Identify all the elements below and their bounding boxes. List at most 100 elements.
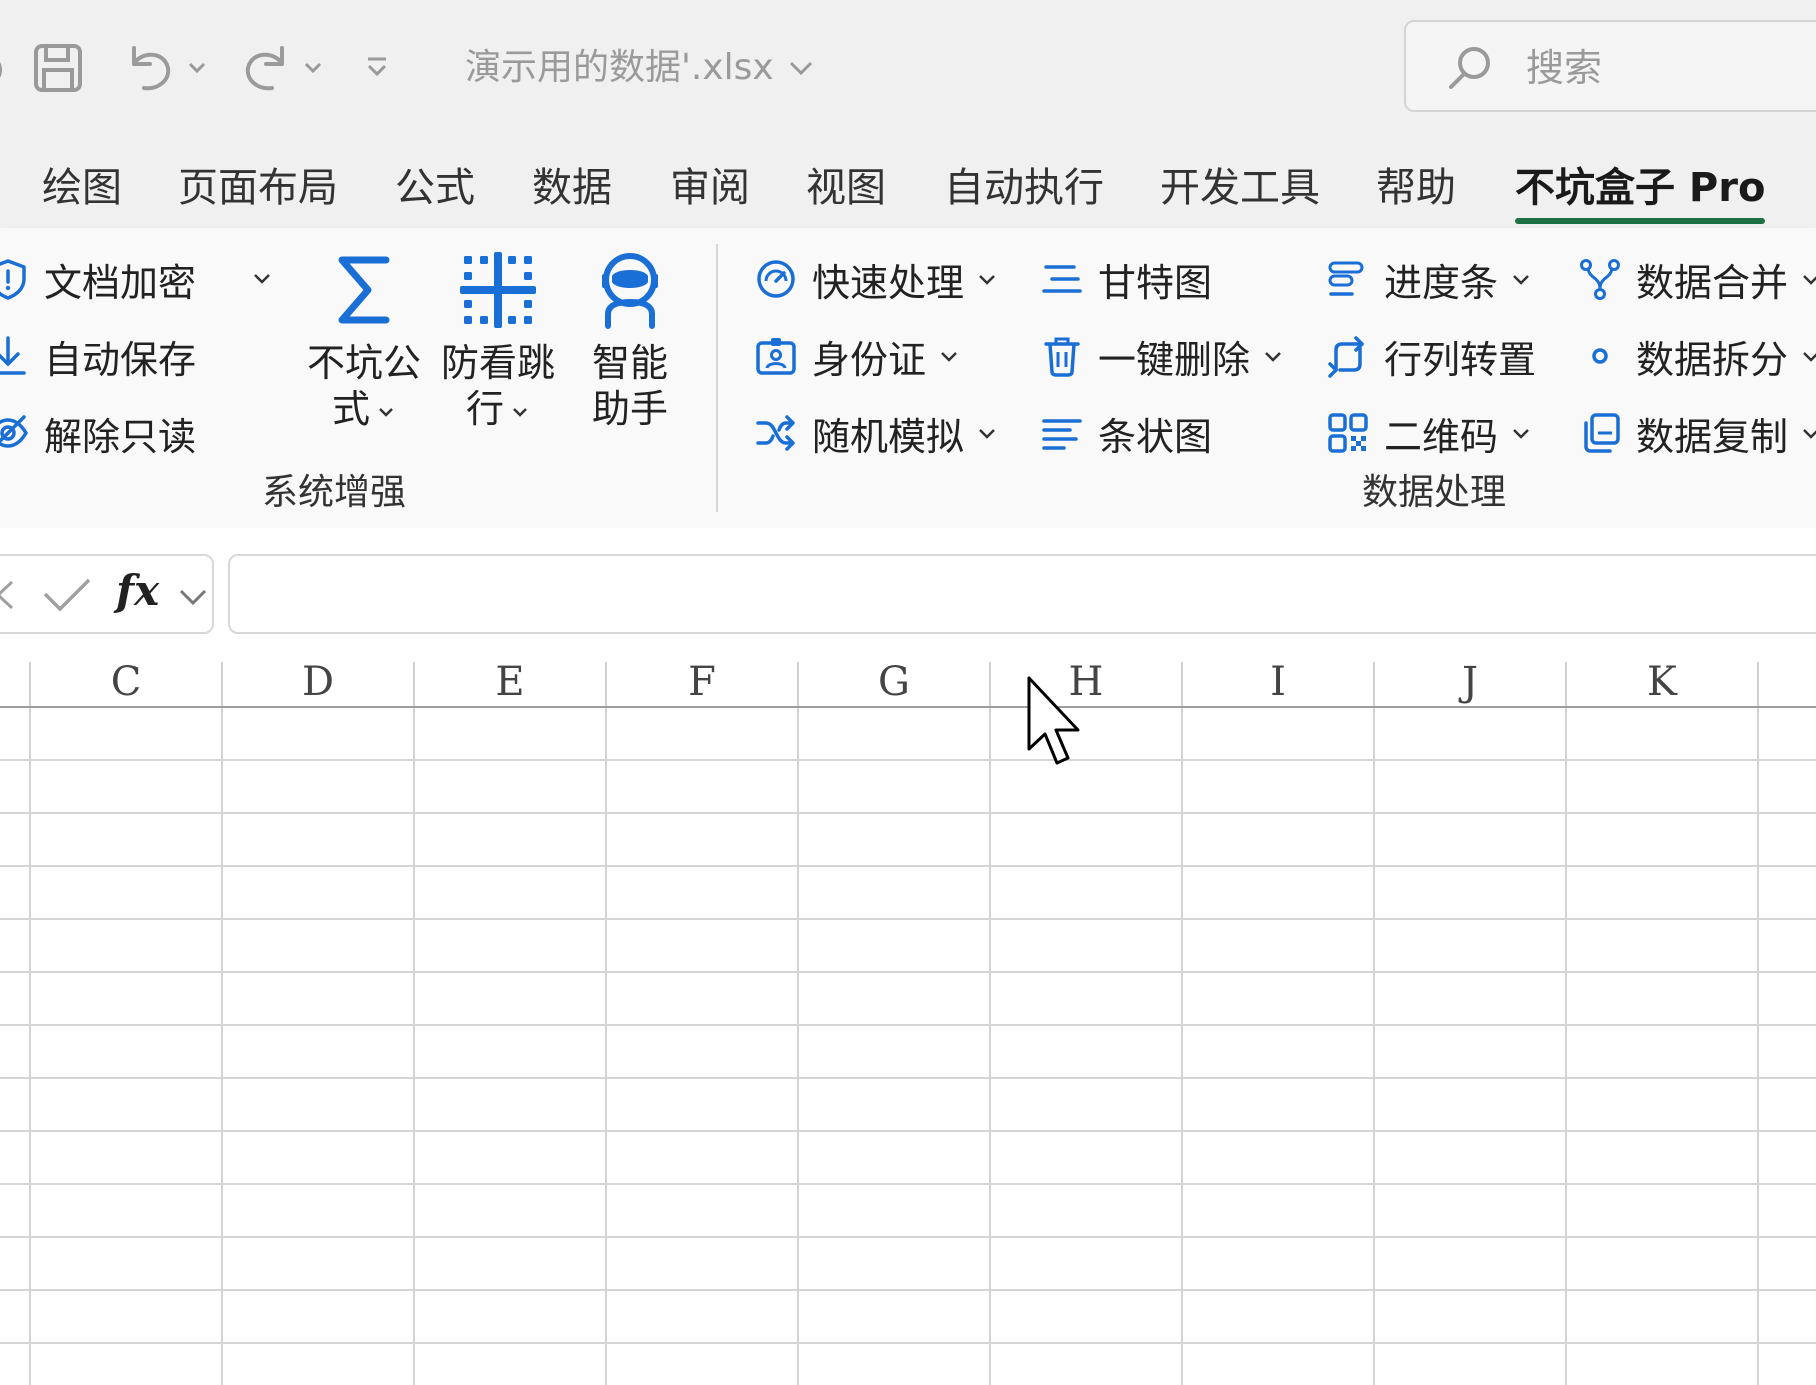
confirm-entry-icon[interactable] [42,576,92,614]
data-split-button[interactable]: 数据拆分 [1578,328,1816,384]
tab-draw[interactable]: 绘图 [42,160,122,216]
bukeng-formula-label-line2-row: 式 [302,386,426,432]
random-simulate-label: 随机模拟 [812,414,965,459]
anti-skip-row-chevron-icon [513,407,527,417]
one-key-delete-button[interactable]: 一键删除 [1040,328,1284,384]
cancel-entry-icon[interactable] [0,578,16,612]
id-card-chevron-icon [941,352,957,362]
transpose-button[interactable]: 行列转置 [1326,328,1536,384]
shield-icon [0,259,26,300]
bukeng-formula-button[interactable]: 不坑公 式 [302,250,426,432]
download-icon [0,336,26,375]
column-header-row: C D E F G H I J K [0,650,1816,708]
random-simulate-button[interactable]: 随机模拟 [754,405,998,461]
qr-code-chevron-icon [1513,429,1529,439]
tab-formulas[interactable]: 公式 [395,160,475,216]
bars-icon [1042,419,1082,450]
encrypt-dropdown-chevron-icon[interactable] [250,266,276,292]
data-merge-button[interactable]: 数据合并 [1578,251,1816,307]
data-merge-label: 数据合并 [1636,260,1789,305]
quick-process-chevron-icon [979,275,995,285]
transpose-icon [1328,336,1364,378]
encrypt-document-button[interactable]: 文档加密 [0,251,196,307]
group-label-system: 系统增强 [262,472,407,513]
anti-skip-row-label-line1: 防看跳 [440,341,555,385]
data-split-chevron-icon [1803,352,1816,362]
eye-off-icon [0,415,29,448]
ribbon-panel: 文档加密 自动保存 解除只读 不坑公 式 防看跳 行 智能 助手 系统增强 快速… [0,228,1816,529]
quick-process-button[interactable]: 快速处理 [754,251,998,307]
tab-developer[interactable]: 开发工具 [1160,160,1320,216]
column-header-j[interactable]: J [1375,650,1565,706]
save-icon[interactable] [30,40,86,96]
tab-review[interactable]: 审阅 [670,160,750,216]
qr-code-label: 二维码 [1384,414,1499,459]
column-header-i[interactable]: I [1183,650,1373,706]
search-box[interactable]: 搜索 [1404,20,1816,112]
tab-help[interactable]: 帮助 [1376,160,1456,216]
autosave-toggle-icon[interactable] [0,50,6,90]
group-separator [716,244,718,512]
column-header-c[interactable]: C [31,650,221,706]
qr-code-button[interactable]: 二维码 [1326,405,1532,461]
auto-save-button[interactable]: 自动保存 [0,328,196,384]
anti-skip-row-label-line2: 行 [465,387,504,431]
gantt-chart-label: 甘特图 [1098,260,1213,305]
id-card-button[interactable]: 身份证 [754,328,960,384]
mouse-pointer-icon [1027,676,1080,765]
group-label-data: 数据处理 [1362,472,1507,513]
speed-icon [757,260,795,298]
progress-icon [1328,261,1364,296]
random-simulate-chevron-icon [979,429,995,439]
grid-dots-icon [460,252,536,328]
bar-chart-label: 条状图 [1098,414,1213,459]
formula-input[interactable] [228,554,1816,634]
anti-skip-row-label-line2-row: 行 [436,386,560,432]
shuffle-icon [756,415,795,451]
data-merge-chevron-icon [1803,275,1816,285]
id-card-icon [756,338,796,375]
column-separator[interactable] [1757,662,1759,706]
formula-bar: fx [0,528,1816,650]
remove-readonly-button[interactable]: 解除只读 [0,405,196,461]
anti-skip-row-button[interactable]: 防看跳 行 [436,250,560,432]
quick-process-label: 快速处理 [812,260,965,305]
column-header-k[interactable]: K [1567,650,1757,706]
tab-view[interactable]: 视图 [806,160,886,216]
document-title[interactable]: 演示用的数据'.xlsx [465,40,816,96]
gantt-chart-button[interactable]: 甘特图 [1040,251,1212,307]
redo-icon[interactable] [238,40,294,96]
document-title-text: 演示用的数据'.xlsx [465,47,774,88]
bukeng-formula-label-line1: 不坑公 [306,341,421,385]
bar-chart-button[interactable]: 条状图 [1040,405,1212,461]
search-icon [1449,47,1490,89]
insert-function-button[interactable]: fx [116,566,159,615]
customize-toolbar-icon[interactable] [362,52,392,82]
redo-dropdown-chevron-icon[interactable] [300,54,326,80]
one-key-delete-label: 一键删除 [1098,337,1251,382]
gantt-icon [1042,265,1082,293]
progress-bar-label: 进度条 [1384,260,1499,305]
undo-icon[interactable] [122,40,178,96]
tab-data[interactable]: 数据 [532,160,612,216]
column-header-e[interactable]: E [415,650,605,706]
tab-bukeng-pro[interactable]: 不坑盒子 Pro [1515,160,1766,224]
column-header-d[interactable]: D [223,650,413,706]
progress-bar-button[interactable]: 进度条 [1326,251,1532,307]
split-icon [1592,348,1608,364]
cell-grid[interactable] [0,708,1816,1385]
column-header-f[interactable]: F [607,650,797,706]
bukeng-formula-label-line2: 式 [331,387,370,431]
search-placeholder: 搜索 [1526,46,1603,90]
data-copy-chevron-icon [1803,429,1816,439]
data-copy-button[interactable]: 数据复制 [1578,405,1816,461]
column-header-g[interactable]: G [799,650,989,706]
document-title-chevron-icon [789,61,812,76]
function-dropdown-chevron-icon[interactable] [178,586,208,608]
undo-dropdown-chevron-icon[interactable] [184,54,210,80]
tab-page-layout[interactable]: 页面布局 [178,160,338,216]
smart-assistant-button[interactable]: 智能 助手 [578,250,682,432]
formula-controls: fx [0,554,214,634]
trash-icon [1044,337,1080,377]
tab-automate[interactable]: 自动执行 [944,160,1104,216]
